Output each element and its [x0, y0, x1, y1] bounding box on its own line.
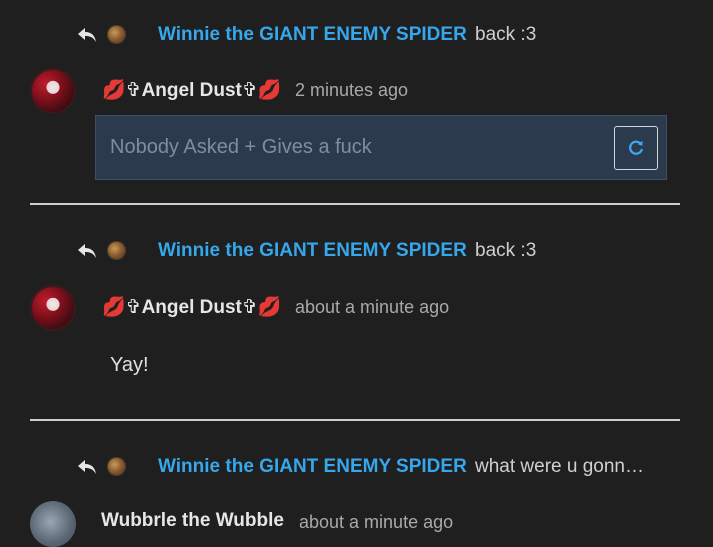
reply-user-avatar — [107, 241, 126, 260]
reply-arrow-icon — [78, 460, 96, 474]
reply-snippet[interactable]: back :3 — [475, 240, 536, 262]
message-timestamp: about a minute ago — [295, 297, 450, 317]
pending-message-text: Nobody Asked + Gives a fuck — [110, 136, 372, 158]
avatar[interactable] — [30, 285, 76, 331]
avatar[interactable] — [30, 501, 76, 547]
message-divider — [30, 203, 680, 205]
refresh-icon — [629, 140, 644, 155]
pending-message: Nobody Asked + Gives a fuck — [95, 115, 667, 180]
message-timestamp: about a minute ago — [299, 512, 454, 532]
message-author[interactable]: 💋✞Angel Dust✞💋 — [102, 78, 281, 102]
message-divider — [30, 419, 680, 421]
retry-button[interactable] — [614, 126, 658, 170]
reply-reference[interactable]: Winnie the GIANT ENEMY SPIDER back :3 — [0, 236, 713, 266]
reply-arrow-icon — [78, 244, 96, 258]
message-timestamp: 2 minutes ago — [295, 80, 409, 100]
reply-reference[interactable]: Winnie the GIANT ENEMY SPIDER back :3 — [0, 20, 713, 50]
reply-username[interactable]: Winnie the GIANT ENEMY SPIDER — [158, 456, 467, 478]
reply-reference[interactable]: Winnie the GIANT ENEMY SPIDER what were … — [0, 452, 713, 482]
message-author[interactable]: 💋✞Angel Dust✞💋 — [102, 295, 281, 319]
reply-snippet[interactable]: back :3 — [475, 24, 536, 46]
reply-username[interactable]: Winnie the GIANT ENEMY SPIDER — [158, 24, 467, 46]
message-text: Yay! — [110, 354, 149, 376]
reply-user-avatar — [107, 457, 126, 476]
reply-snippet[interactable]: what were u gonn… — [475, 456, 644, 478]
reply-arrow-icon — [78, 28, 96, 42]
reply-username[interactable]: Winnie the GIANT ENEMY SPIDER — [158, 240, 467, 262]
reply-user-avatar — [107, 25, 126, 44]
avatar[interactable] — [30, 68, 76, 114]
